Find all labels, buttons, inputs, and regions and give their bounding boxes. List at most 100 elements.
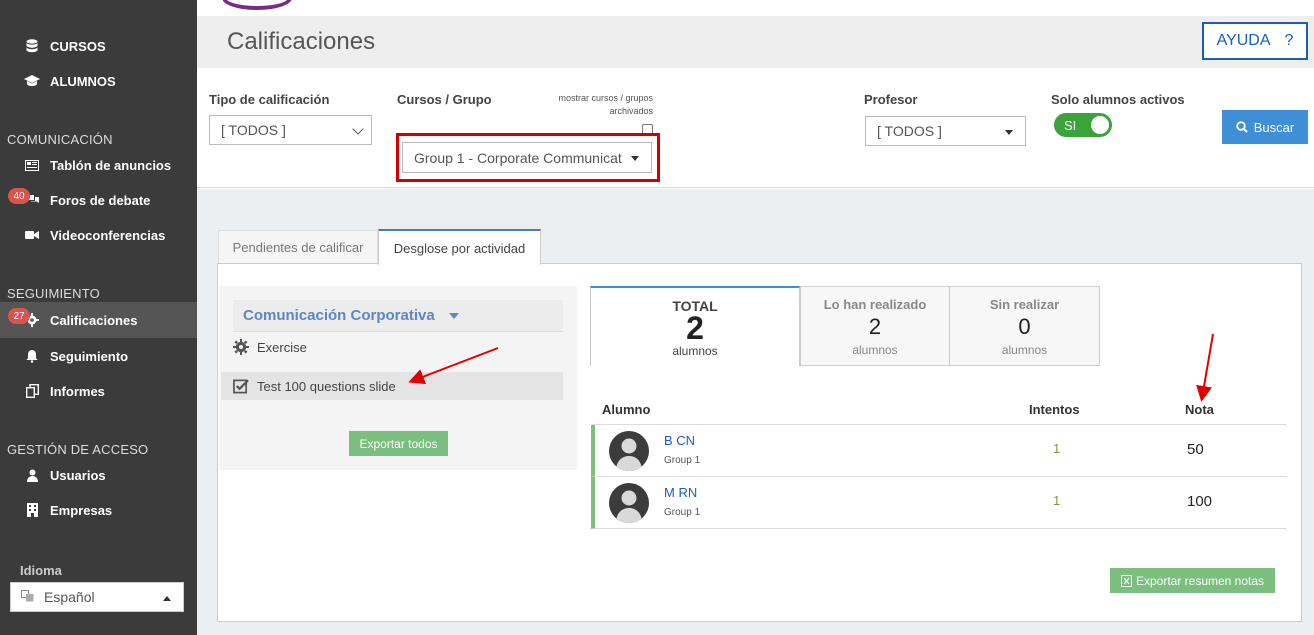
export-summary-label: Exportar resumen notas: [1135, 573, 1265, 588]
chevron-down-icon: [352, 123, 364, 135]
attempts-count[interactable]: 1: [1053, 493, 1060, 508]
stat-done[interactable]: Lo han realizado 2 alumnos: [800, 286, 950, 366]
building-icon: [24, 502, 40, 518]
sidebar-item-label: Foros de debate: [50, 192, 151, 208]
sidebar-item-tablon[interactable]: Tablón de anuncios: [0, 147, 197, 183]
caret-down-icon: [631, 156, 639, 161]
tipo-select[interactable]: [ TODOS ]: [209, 115, 372, 145]
table-row: M RN Group 1 1 100: [591, 477, 1287, 529]
copy-icon: [24, 383, 40, 399]
tipo-label: Tipo de calificación: [209, 92, 330, 107]
activity-label: Exercise: [257, 339, 307, 355]
sidebar-item-label: Informes: [50, 383, 105, 399]
sidebar-item-calificaciones[interactable]: 27 Calificaciones: [0, 302, 197, 338]
sidebar-item-cursos[interactable]: CURSOS: [0, 28, 197, 64]
sidebar: CURSOS ALUMNOS COMUNICACIÓN Tablón de an…: [0, 0, 197, 635]
translate-icon: [21, 589, 34, 605]
bell-icon: [24, 348, 40, 364]
student-name-link[interactable]: M RN: [664, 485, 697, 500]
table-row: B CN Group 1 1 50: [591, 425, 1287, 477]
checkbox-checked-icon: [233, 378, 249, 394]
section-gestion-acceso: GESTIÓN DE ACCESO: [7, 442, 149, 457]
stat-label: Sin realizar: [989, 297, 1060, 312]
gear-icon: [233, 339, 249, 355]
graduation-cap-icon: [24, 73, 40, 89]
archived-note-line1: mostrar cursos / grupos: [558, 93, 653, 103]
search-icon: [1236, 121, 1248, 133]
cursos-value: Group 1 - Corporate Communicat: [414, 149, 622, 166]
toggle-knob: [1091, 116, 1109, 134]
tab-pendientes[interactable]: Pendientes de calificar: [218, 230, 378, 264]
user-icon: [24, 467, 40, 483]
tab-desglose[interactable]: Desglose por actividad: [378, 229, 541, 265]
activos-label: Solo alumnos activos: [1051, 92, 1185, 107]
grade-value: 50: [1187, 441, 1204, 458]
notification-badge: 40: [8, 188, 30, 204]
export-all-button[interactable]: Exportar todos: [349, 431, 448, 456]
activity-item-selected[interactable]: Test 100 questions slide: [221, 372, 563, 400]
archived-note-line2: archivados: [609, 106, 653, 116]
column-header-alumno: Alumno: [602, 402, 651, 417]
sidebar-item-videoconferencias[interactable]: Videoconferencias: [0, 217, 197, 253]
section-seguimiento: SEGUIMIENTO: [7, 286, 100, 301]
language-select[interactable]: Español: [10, 582, 184, 612]
search-label: Buscar: [1253, 119, 1295, 135]
sidebar-item-label: ALUMNOS: [50, 73, 116, 89]
profesor-value: [ TODOS ]: [877, 123, 942, 139]
profesor-select[interactable]: [ TODOS ]: [865, 116, 1026, 146]
archived-note: mostrar cursos / grupos archivados: [527, 92, 653, 118]
cursos-select[interactable]: Group 1 - Corporate Communicat: [402, 142, 652, 173]
top-strip: [197, 0, 1314, 16]
sidebar-item-usuarios[interactable]: Usuarios: [0, 457, 197, 493]
help-button[interactable]: AYUDA ?: [1202, 22, 1308, 60]
student-group: Group 1: [664, 455, 701, 466]
sidebar-item-alumnos[interactable]: ALUMNOS: [0, 63, 197, 99]
sidebar-item-label: Calificaciones: [50, 312, 138, 328]
caret-down-icon: [448, 312, 459, 319]
course-dropdown[interactable]: Comunicación Corporativa: [233, 300, 563, 332]
sidebar-item-informes[interactable]: Informes: [0, 373, 197, 409]
language-value: Español: [44, 589, 95, 605]
student-name-link[interactable]: B CN: [664, 433, 695, 448]
profesor-label: Profesor: [864, 92, 918, 107]
sidebar-item-empresas[interactable]: Empresas: [0, 492, 197, 528]
caret-up-icon: [163, 596, 171, 601]
avatar: [609, 431, 649, 471]
excel-file-icon: [1120, 574, 1132, 587]
column-header-intentos: Intentos: [1029, 402, 1080, 417]
database-icon: [24, 38, 40, 54]
sidebar-item-label: Videoconferencias: [50, 227, 166, 243]
sidebar-item-foros[interactable]: 40 Foros de debate: [0, 182, 197, 218]
stat-pending[interactable]: Sin realizar 0 alumnos: [949, 286, 1100, 366]
stat-sub: alumnos: [1001, 343, 1048, 357]
page-title: Calificaciones: [227, 28, 376, 55]
attempts-count[interactable]: 1: [1053, 441, 1060, 456]
sidebar-item-seguimiento[interactable]: Seguimiento: [0, 338, 197, 374]
activity-label: Test 100 questions slide: [257, 378, 396, 394]
export-summary-button[interactable]: Exportar resumen notas: [1110, 568, 1275, 593]
sidebar-item-label: Empresas: [50, 502, 113, 518]
stat-sub: alumnos: [672, 344, 718, 358]
notification-badge: 27: [8, 308, 30, 324]
activos-toggle[interactable]: SI: [1054, 113, 1112, 137]
sidebar-item-label: CURSOS: [50, 38, 106, 54]
stat-sub: alumnos: [852, 343, 898, 357]
caret-down-icon: [1005, 130, 1013, 135]
stat-label: Lo han realizado: [823, 297, 927, 312]
activity-item[interactable]: Exercise: [233, 333, 563, 361]
search-button[interactable]: Buscar: [1222, 110, 1308, 144]
avatar: [609, 483, 649, 523]
sidebar-item-label: Tablón de anuncios: [50, 157, 172, 173]
stat-value: 2: [868, 314, 882, 339]
help-label: AYUDA: [1216, 32, 1271, 49]
section-comunicacion: COMUNICACIÓN: [7, 132, 113, 147]
stat-value: 0: [1018, 314, 1031, 339]
language-label: Idioma: [20, 563, 62, 578]
title-bar: Calificaciones AYUDA ?: [197, 16, 1314, 68]
student-group: Group 1: [664, 507, 701, 518]
stat-total[interactable]: TOTAL 2 alumnos: [590, 286, 800, 366]
newspaper-icon: [24, 157, 40, 173]
tipo-value: [ TODOS ]: [221, 122, 286, 138]
video-camera-icon: [24, 227, 40, 243]
toggle-text: SI: [1064, 117, 1077, 133]
